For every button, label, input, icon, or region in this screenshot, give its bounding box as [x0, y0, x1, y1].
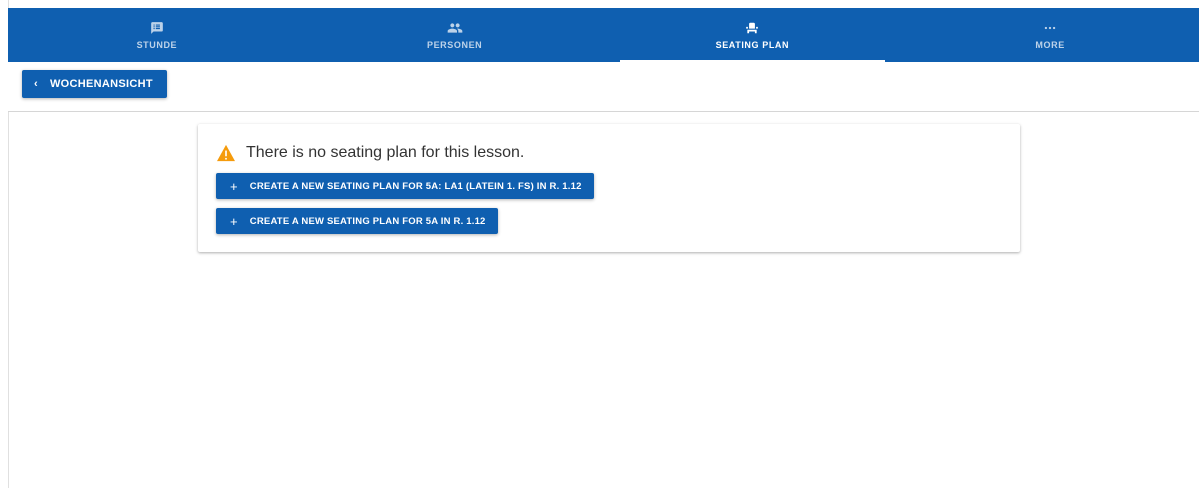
create-button-label: CREATE A NEW SEATING PLAN FOR 5A IN R. 1…: [249, 215, 486, 227]
page: STUNDE PERSONEN SEATING PLAN MORE ‹ WOCH…: [0, 0, 1199, 488]
create-seating-plan-class-button[interactable]: + CREATE A NEW SEATING PLAN FOR 5A IN R.…: [216, 208, 498, 234]
create-seating-plan-course-button[interactable]: + CREATE A NEW SEATING PLAN FOR 5A: LA1 …: [216, 173, 594, 199]
chevron-left-icon: ‹: [34, 78, 38, 90]
plus-icon: +: [230, 178, 238, 194]
people-icon: [447, 20, 463, 36]
tab-label: MORE: [1035, 40, 1065, 50]
seat-icon: [744, 20, 760, 36]
tab-personen[interactable]: PERSONEN: [306, 8, 604, 62]
warning-icon: [217, 144, 235, 162]
create-button-label: CREATE A NEW SEATING PLAN FOR 5A: LA1 (L…: [249, 180, 582, 192]
tab-label: STUNDE: [136, 40, 178, 50]
tab-label: PERSONEN: [426, 40, 483, 50]
notice-message-row: There is no seating plan for this lesson…: [216, 144, 524, 162]
lesson-note-icon: [149, 20, 165, 36]
back-to-week-view-button[interactable]: ‹ WOCHENANSICHT: [22, 70, 167, 98]
tab-more[interactable]: MORE: [901, 8, 1199, 62]
tab-seating-plan[interactable]: SEATING PLAN: [604, 8, 902, 62]
tab-stunde[interactable]: STUNDE: [8, 8, 306, 62]
more-dots-icon: [1042, 20, 1058, 36]
plus-icon: +: [230, 213, 238, 229]
tab-bar: STUNDE PERSONEN SEATING PLAN MORE: [8, 8, 1199, 62]
back-button-label: WOCHENANSICHT: [49, 78, 153, 90]
notice-message: There is no seating plan for this lesson…: [246, 144, 525, 161]
tab-label: SEATING PLAN: [715, 40, 790, 50]
no-seating-plan-card: There is no seating plan for this lesson…: [198, 124, 1020, 252]
toolbar: ‹ WOCHENANSICHT: [8, 62, 1199, 112]
